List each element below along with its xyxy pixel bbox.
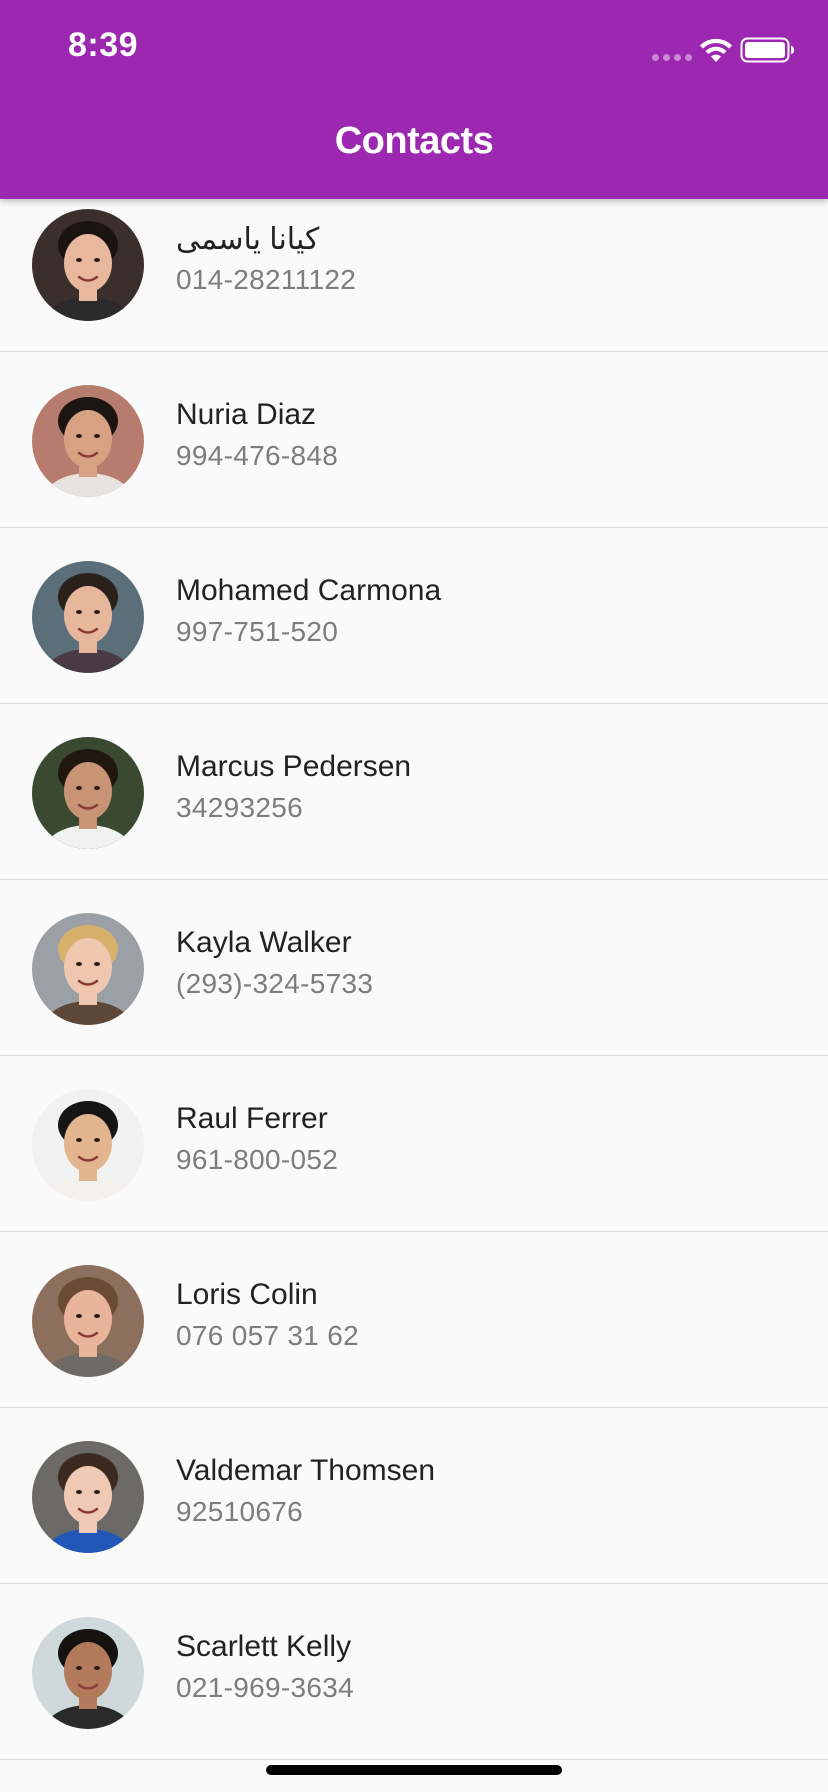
contact-row[interactable]: Raul Ferrer 961-800-052 <box>0 1056 828 1232</box>
contact-row[interactable]: Kayla Walker (293)-324-5733 <box>0 880 828 1056</box>
person-avatar-icon <box>32 385 144 497</box>
contact-row[interactable]: Marcus Pedersen 34293256 <box>0 704 828 880</box>
contact-name: Raul Ferrer <box>176 1102 328 1135</box>
status-time: 8:39 <box>68 26 139 64</box>
contact-row[interactable]: كيانا ياسمی 014-28211122 <box>0 176 828 352</box>
contact-row[interactable]: Mohamed Carmona 997-751-520 <box>0 528 828 704</box>
contact-phone: 92510676 <box>176 1496 303 1527</box>
contact-name: Scarlett Kelly <box>176 1630 352 1663</box>
contact-name: Nuria Diaz <box>176 398 317 431</box>
contact-phone: 014-28211122 <box>176 264 357 295</box>
battery-icon <box>740 37 794 63</box>
contact-row[interactable]: Nuria Diaz 994-476-848 <box>0 352 828 528</box>
contact-name: كيانا ياسمی <box>176 223 320 256</box>
contact-phone: 961-800-052 <box>176 1144 339 1175</box>
contact-name: Marcus Pedersen <box>176 750 412 783</box>
app-header: 8:39 Contacts <box>0 0 828 199</box>
contact-phone: 34293256 <box>176 792 303 823</box>
contact-name: Mohamed Carmona <box>176 574 442 607</box>
home-indicator[interactable] <box>266 1765 562 1775</box>
cellular-signal-icon <box>652 54 692 61</box>
contact-row[interactable]: Loris Colin 076 057 31 62 <box>0 1232 828 1408</box>
contact-phone: 021-969-3634 <box>176 1672 354 1703</box>
contact-phone: (293)-324-5733 <box>176 968 374 999</box>
person-avatar-icon <box>32 1617 144 1729</box>
person-avatar-icon <box>32 561 144 673</box>
person-avatar-icon <box>32 737 144 849</box>
contact-name: Kayla Walker <box>176 926 352 959</box>
person-avatar-icon <box>32 1441 144 1553</box>
page-title: Contacts <box>334 120 494 162</box>
contact-name: Loris Colin <box>176 1278 318 1311</box>
person-avatar-icon <box>32 209 144 321</box>
contact-phone: 076 057 31 62 <box>176 1320 359 1351</box>
contact-row[interactable]: Scarlett Kelly 021-969-3634 <box>0 1584 828 1760</box>
wifi-icon <box>700 38 732 62</box>
contact-row[interactable]: Valdemar Thomsen 92510676 <box>0 1408 828 1584</box>
contact-phone: 997-751-520 <box>176 616 339 647</box>
person-avatar-icon <box>32 1089 144 1201</box>
person-avatar-icon <box>32 1265 144 1377</box>
person-avatar-icon <box>32 913 144 1025</box>
contact-phone: 994-476-848 <box>176 440 339 471</box>
contact-name: Valdemar Thomsen <box>176 1454 436 1487</box>
